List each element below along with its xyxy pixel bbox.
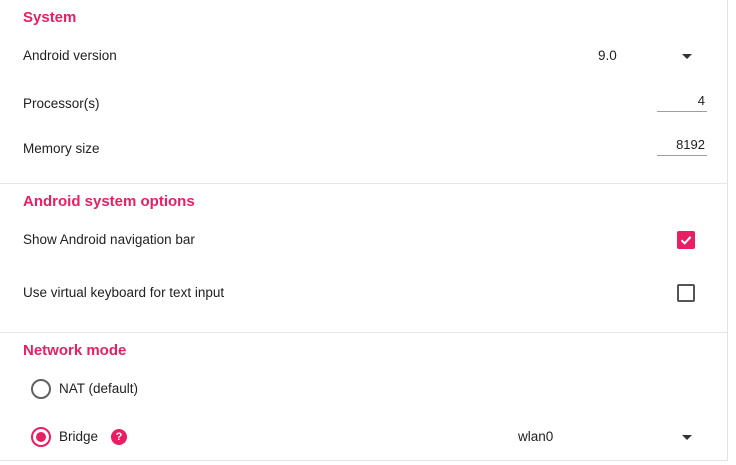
nat-radio[interactable]: [31, 379, 51, 399]
nav-bar-label: Show Android navigation bar: [23, 232, 195, 247]
section-title-network-mode: Network mode: [23, 342, 127, 359]
chevron-down-icon: [682, 435, 692, 440]
android-version-select[interactable]: 9.0: [590, 42, 708, 70]
section-divider: [0, 332, 728, 333]
nav-bar-checkbox[interactable]: [677, 231, 695, 249]
section-title-android-options: Android system options: [23, 193, 195, 210]
memory-size-label: Memory size: [23, 141, 100, 156]
settings-panel: System Android version 9.0 Processor(s) …: [0, 0, 728, 461]
virtual-keyboard-label: Use virtual keyboard for text input: [23, 285, 225, 300]
section-divider: [0, 183, 728, 184]
help-icon[interactable]: ?: [111, 429, 127, 445]
android-version-label: Android version: [23, 48, 117, 63]
bridge-radio[interactable]: [31, 427, 51, 447]
bridge-interface-value: wlan0: [518, 429, 554, 444]
radio-dot: [36, 432, 46, 442]
processors-input[interactable]: 4: [657, 90, 707, 112]
processors-label: Processor(s): [23, 96, 100, 111]
chevron-down-icon: [682, 54, 692, 59]
bridge-interface-select[interactable]: wlan0: [510, 422, 708, 452]
android-version-value: 9.0: [598, 48, 617, 63]
nat-label: NAT (default): [59, 381, 139, 396]
checkmark-icon: [680, 236, 692, 245]
bridge-label: Bridge: [59, 429, 99, 444]
virtual-keyboard-checkbox[interactable]: [677, 284, 695, 302]
section-title-system: System: [23, 9, 77, 26]
memory-size-input[interactable]: 8192: [657, 134, 707, 156]
